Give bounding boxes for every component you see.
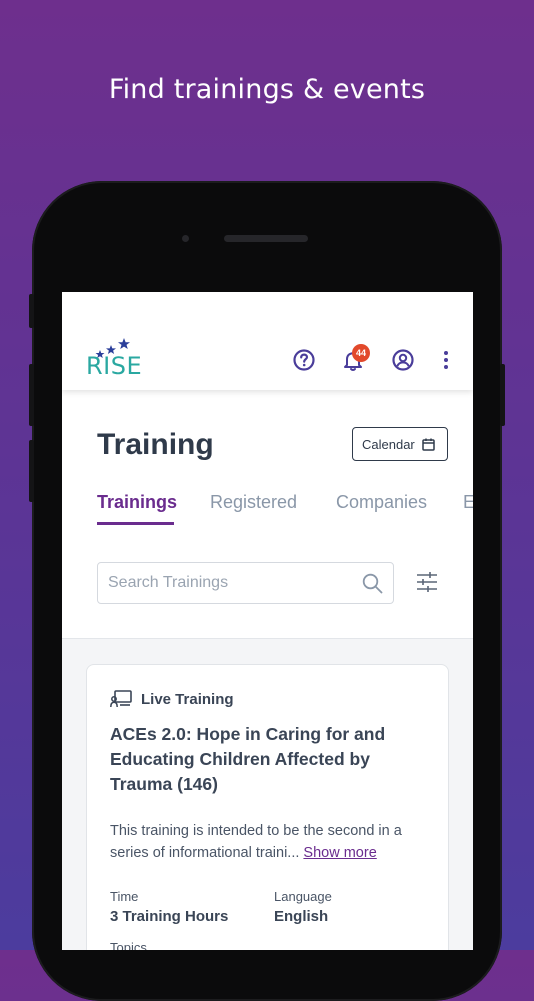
phone-speaker (224, 235, 308, 242)
training-title[interactable]: ACEs 2.0: Hope in Caring for and Educati… (110, 722, 410, 797)
side-button-volume-down (29, 440, 34, 502)
logo-text: RISE (86, 352, 143, 380)
page-title: Training (97, 428, 214, 461)
active-tab-indicator (97, 522, 174, 525)
training-card[interactable]: Live Training ACEs 2.0: Hope in Caring f… (86, 664, 449, 950)
language-value: English (274, 908, 329, 925)
time-value: 3 Training Hours (110, 908, 229, 925)
side-button-mute (29, 294, 34, 328)
search-input[interactable] (108, 563, 348, 603)
tab-registered[interactable]: Registered (210, 492, 297, 513)
training-description: This training is intended to be the seco… (110, 820, 430, 864)
help-circle-icon[interactable] (292, 348, 316, 372)
app-screen: RISE 44 Training Calendar Trainings Regi… (62, 292, 473, 950)
side-button-power (500, 364, 505, 426)
tab-companies[interactable]: Companies (336, 492, 427, 513)
search-box (97, 562, 394, 604)
training-header: Training Calendar Trainings Registered C… (62, 390, 473, 638)
time-label: Time (110, 889, 139, 904)
front-camera (182, 235, 189, 242)
sliders-icon[interactable] (416, 572, 438, 592)
training-type: Live Training (110, 690, 234, 708)
show-more-link[interactable]: Show more (303, 845, 376, 861)
promo-headline: Find trainings & events (108, 74, 426, 105)
side-button-volume-up (29, 364, 34, 426)
user-circle-icon[interactable] (391, 348, 415, 372)
presentation-icon (110, 690, 132, 708)
more-vertical-icon[interactable] (434, 348, 458, 372)
notification-badge: 44 (352, 344, 370, 362)
tab-trainings[interactable]: Trainings (97, 492, 177, 513)
section-divider (62, 638, 473, 639)
language-label: Language (274, 889, 332, 904)
rise-logo[interactable]: RISE (86, 336, 142, 380)
topics-label: Topics (110, 940, 147, 950)
search-icon[interactable] (362, 573, 383, 594)
training-type-label: Live Training (141, 690, 234, 708)
calendar-button[interactable]: Calendar (352, 427, 448, 461)
calendar-button-label: Calendar (362, 436, 415, 452)
app-bar: RISE 44 (62, 292, 473, 390)
calendar-icon (422, 438, 435, 451)
tab-more[interactable]: E (463, 492, 473, 513)
